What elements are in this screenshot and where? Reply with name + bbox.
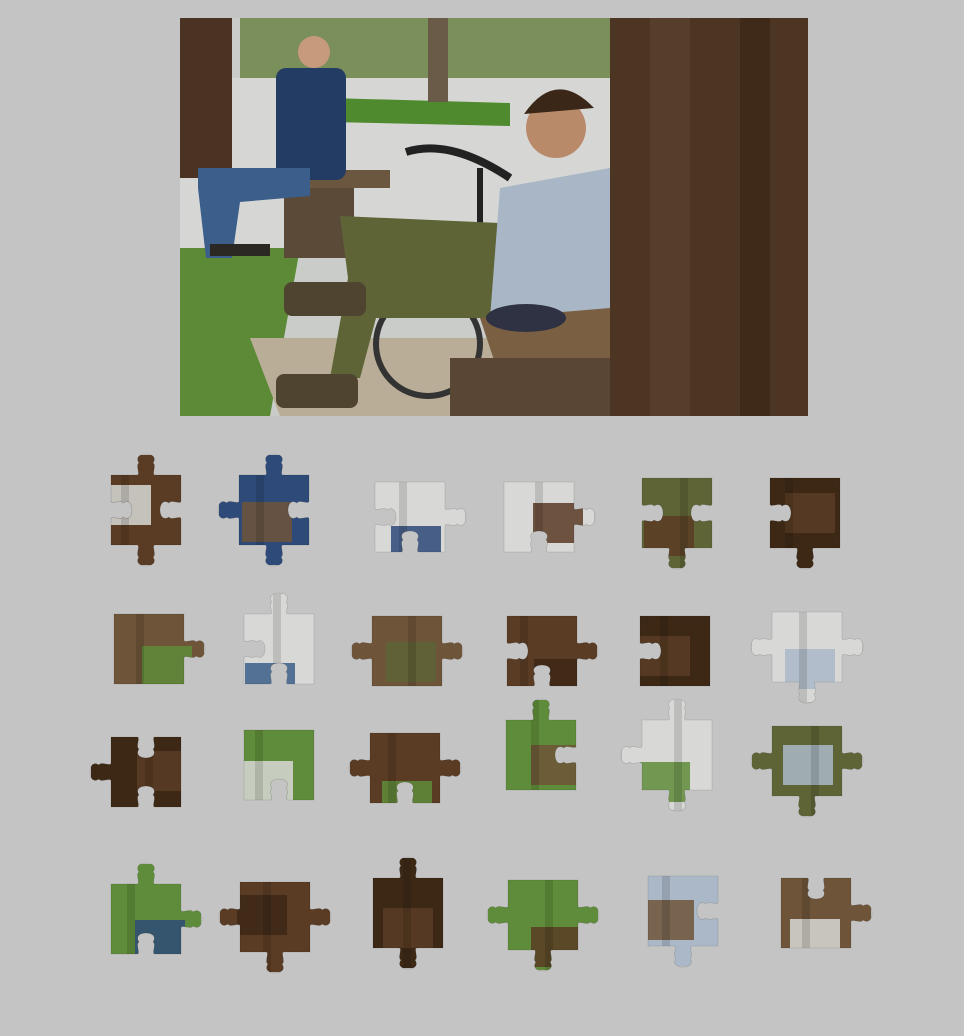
puzzle-piece[interactable]: [217, 453, 329, 567]
puzzle-piece[interactable]: [355, 462, 467, 572]
puzzle-piece[interactable]: [750, 458, 860, 570]
puzzle-piece[interactable]: [487, 596, 599, 706]
puzzle-piece-shape: [350, 615, 464, 687]
puzzle-piece-shape: [217, 453, 310, 567]
puzzle-piece[interactable]: [353, 856, 463, 970]
puzzle-piece-shape: [769, 477, 841, 570]
puzzle-piece-shape: [506, 615, 599, 687]
puzzle-piece[interactable]: [94, 594, 206, 704]
puzzle-piece[interactable]: [91, 453, 201, 567]
puzzle-piece-shape: [348, 732, 462, 804]
puzzle-piece-shape: [503, 481, 596, 553]
puzzle-piece[interactable]: [89, 717, 201, 827]
puzzle-piece-shape: [110, 453, 182, 567]
puzzle-piece[interactable]: [486, 698, 596, 810]
puzzle-piece-shape: [372, 856, 444, 970]
reference-photo: [180, 18, 808, 416]
puzzle-piece-shape: [641, 477, 713, 570]
puzzle-piece[interactable]: [218, 862, 332, 974]
puzzle-piece[interactable]: [224, 592, 334, 704]
puzzle-piece[interactable]: [350, 596, 464, 706]
puzzle-piece-shape: [639, 615, 711, 687]
puzzle-piece-shape: [374, 481, 467, 553]
puzzle-piece[interactable]: [484, 462, 596, 572]
puzzle-piece[interactable]: [761, 858, 873, 968]
puzzle-piece-shape: [780, 877, 873, 949]
puzzle-piece[interactable]: [628, 856, 738, 968]
puzzle-piece-shape: [113, 613, 206, 685]
puzzle-piece[interactable]: [620, 698, 732, 812]
puzzle-piece[interactable]: [750, 706, 864, 818]
puzzle-piece[interactable]: [91, 862, 203, 974]
puzzle-piece-shape: [750, 611, 864, 704]
puzzle-piece-shape: [647, 875, 719, 968]
puzzle-piece[interactable]: [348, 713, 462, 823]
puzzle-piece-shape: [505, 698, 577, 791]
puzzle-piece-shape: [243, 592, 315, 685]
puzzle-piece-shape: [89, 736, 182, 808]
puzzle-piece[interactable]: [224, 710, 334, 820]
puzzle-piece-shape: [620, 698, 713, 812]
puzzle-piece[interactable]: [620, 596, 730, 706]
puzzle-piece[interactable]: [622, 458, 732, 570]
puzzle-piece-shape: [750, 725, 864, 818]
puzzle-piece-shape: [110, 862, 203, 955]
puzzle-piece-shape: [486, 879, 600, 972]
puzzle-piece-shape: [218, 881, 332, 974]
puzzle-piece[interactable]: [486, 860, 600, 972]
puzzle-piece-shape: [243, 729, 315, 801]
puzzle-piece[interactable]: [750, 592, 864, 704]
